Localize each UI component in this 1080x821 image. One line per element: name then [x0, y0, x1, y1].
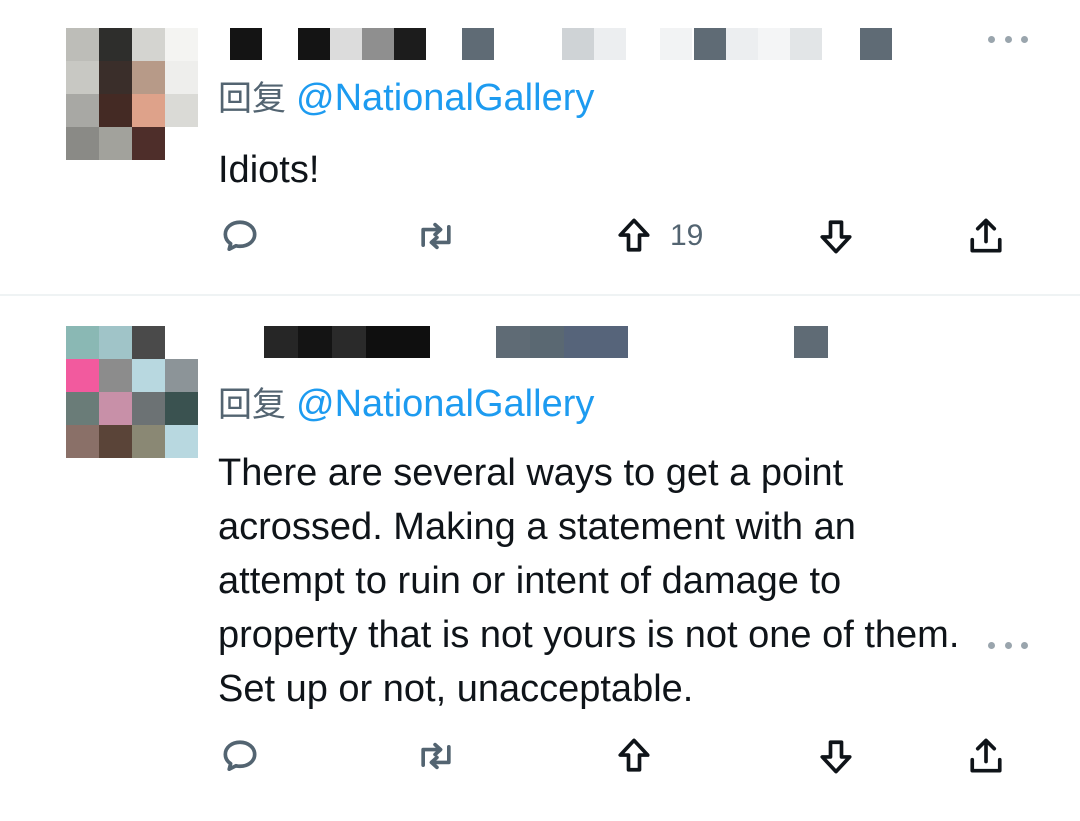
- downvote-button[interactable]: [814, 734, 858, 778]
- retweet-button[interactable]: [414, 214, 458, 258]
- reply-prefix: 回复: [218, 385, 286, 425]
- mention-link[interactable]: @NationalGallery: [296, 77, 594, 119]
- tweet[interactable]: 回复 @NationalGallery Idiots! 19: [0, 0, 1080, 295]
- action-bar: 19: [0, 214, 1080, 258]
- retweet-icon: [421, 742, 451, 770]
- mention-link[interactable]: @NationalGallery: [296, 383, 594, 425]
- tweet-text: Idiots!: [218, 149, 320, 191]
- arrow-up-icon: [618, 738, 650, 772]
- comment-bubble-icon: [223, 740, 257, 772]
- arrow-down-icon: [820, 220, 852, 254]
- downvote-button[interactable]: [814, 214, 858, 258]
- tweet[interactable]: 回复 @NationalGallery There are several way…: [0, 296, 1080, 821]
- tweet-text: There are several ways to get a point ac…: [218, 452, 960, 710]
- reply-prefix: 回复: [218, 79, 286, 119]
- more-dots-icon[interactable]: [988, 639, 1028, 651]
- arrow-down-icon: [820, 740, 852, 774]
- avatar[interactable]: [66, 28, 198, 160]
- action-bar: [0, 734, 1080, 778]
- share-button[interactable]: [964, 734, 1008, 778]
- arrow-up-icon: [618, 218, 650, 252]
- reply-button[interactable]: [218, 214, 262, 258]
- upvote-button[interactable]: [612, 734, 670, 778]
- reply-context: 回复 @NationalGallery: [218, 382, 594, 427]
- comment-bubble-icon: [223, 220, 257, 252]
- retweet-button[interactable]: [414, 734, 458, 778]
- avatar[interactable]: [66, 326, 198, 458]
- share-icon: [970, 218, 1002, 253]
- share-button[interactable]: [964, 214, 1008, 258]
- upvote-count: 19: [670, 219, 704, 252]
- reply-button[interactable]: [218, 734, 262, 778]
- share-icon: [970, 738, 1002, 773]
- upvote-button[interactable]: 19: [612, 214, 703, 258]
- reply-context: 回复 @NationalGallery: [218, 76, 594, 121]
- retweet-icon: [421, 222, 451, 250]
- more-dots-icon[interactable]: [988, 33, 1028, 45]
